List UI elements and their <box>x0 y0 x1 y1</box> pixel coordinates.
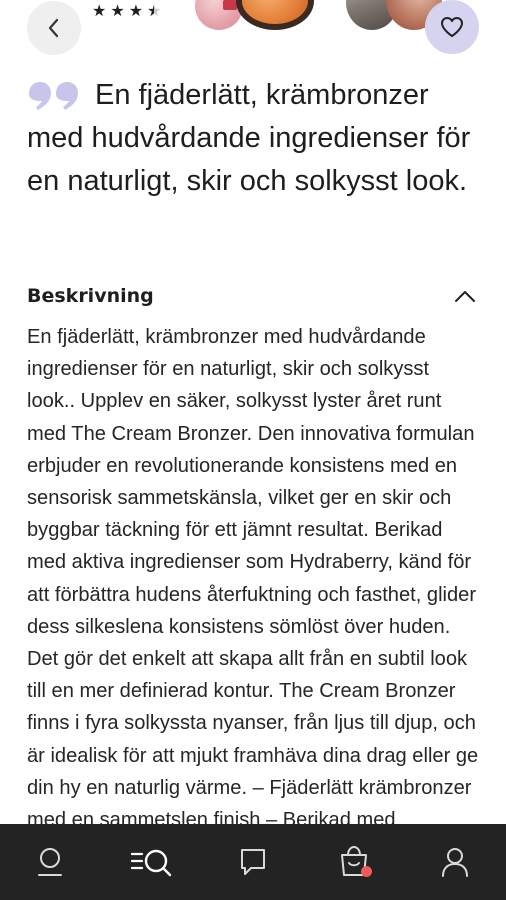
nav-home[interactable] <box>20 824 80 900</box>
nav-profile[interactable] <box>424 824 486 900</box>
bottom-nav <box>0 824 506 900</box>
favorite-button[interactable] <box>425 0 479 54</box>
product-quote: En fjäderlätt, krämbronzer med hudvårdan… <box>27 74 482 203</box>
star-icon: ★ <box>92 1 107 20</box>
star-icon: ★ <box>128 1 144 20</box>
search-icon <box>130 849 172 877</box>
star-icon: ★ <box>110 1 125 20</box>
profile-icon <box>442 848 468 877</box>
top-strip: ★ ★ ★ ★ <box>0 0 506 58</box>
rating-stars: ★ ★ ★ ★ <box>92 2 161 20</box>
cart-badge <box>361 866 372 877</box>
nav-bag[interactable] <box>322 824 386 900</box>
description-title: Beskrivning <box>27 285 154 307</box>
nav-search[interactable] <box>118 824 186 900</box>
back-button[interactable] <box>27 1 81 55</box>
description-toggle[interactable]: Beskrivning <box>27 280 476 312</box>
nav-chat[interactable] <box>222 824 284 900</box>
product-thumbnail[interactable] <box>236 0 314 30</box>
chat-icon <box>241 849 265 875</box>
description-body: En fjäderlätt, krämbronzer med hudvårdan… <box>27 326 479 863</box>
star-half-icon: ★ <box>147 1 162 20</box>
quote-icon <box>29 82 78 110</box>
heart-icon <box>441 17 463 37</box>
chevron-up-icon <box>455 291 475 302</box>
product-page: ★ ★ ★ ★ En fjäderlätt, krämbronzer med h… <box>0 0 506 900</box>
home-icon <box>38 848 62 876</box>
chevron-left-icon <box>48 18 59 38</box>
quote-text: En fjäderlätt, krämbronzer med hudvårdan… <box>27 79 471 197</box>
